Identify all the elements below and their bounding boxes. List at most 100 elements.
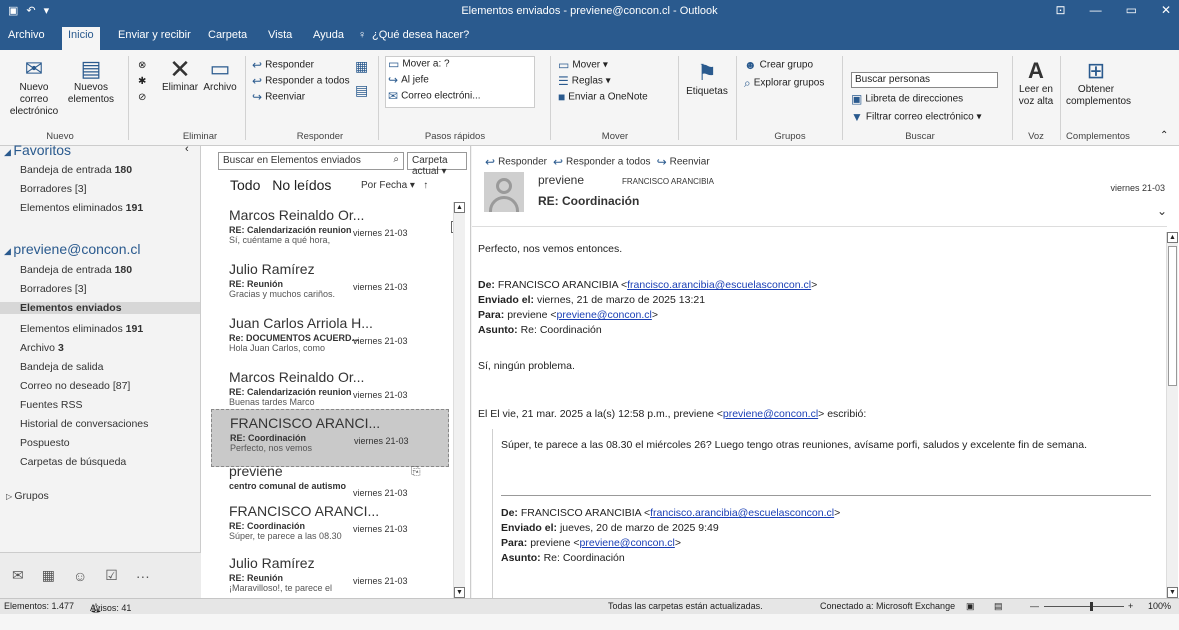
quick-step-move-to[interactable]: ▭ Mover a: ?: [388, 58, 450, 71]
quick-step-email[interactable]: ✉ Correo electróni...: [388, 90, 481, 103]
reading-scrollbar[interactable]: ▲ ▼: [1166, 232, 1178, 598]
cleanup-icon[interactable]: ✱: [138, 76, 146, 87]
avatar-body: [489, 196, 519, 212]
collapse-ribbon-icon[interactable]: ⌃: [1160, 130, 1168, 142]
folder-rss[interactable]: Fuentes RSS: [20, 399, 82, 411]
junk-icon[interactable]: ⊘: [138, 92, 146, 103]
tab-unread[interactable]: No leídos: [272, 177, 331, 193]
folder-drafts[interactable]: Borradores [3]: [20, 283, 87, 295]
tab-vista[interactable]: Vista: [268, 29, 292, 41]
favorites-header[interactable]: ◢ Favoritos: [4, 142, 71, 158]
get-addins-button[interactable]: ⊞ Obtener complementos: [1066, 58, 1131, 108]
group-label-complementos: Complementos: [1066, 131, 1130, 142]
tab-ayuda[interactable]: Ayuda: [313, 29, 344, 41]
tab-all[interactable]: Todo: [230, 177, 260, 193]
reply-all-button[interactable]: ↩ Responder a todos: [252, 75, 350, 88]
normal-view-icon[interactable]: ▣: [966, 601, 975, 612]
list-item[interactable]: Marcos Reinaldo Or... RE: Calendarizació…: [211, 202, 449, 260]
onenote-button[interactable]: ■ Enviar a OneNote: [558, 91, 648, 104]
expand-header-icon[interactable]: ⌄: [1157, 204, 1167, 218]
folder-search-folders[interactable]: Carpetas de búsqueda: [20, 456, 126, 468]
filter-email-button[interactable]: ▼ Filtrar correo electrónico ▾: [851, 111, 982, 124]
explore-groups-button[interactable]: ⌕ Explorar grupos: [744, 77, 824, 90]
move-button[interactable]: ▭ Mover ▾: [558, 59, 608, 72]
search-people-input[interactable]: Buscar personas: [851, 72, 998, 88]
people-icon[interactable]: ☺: [73, 568, 87, 584]
folder-conversation-history[interactable]: Historial de conversaciones: [20, 418, 148, 430]
scroll-up-icon[interactable]: ▲: [454, 202, 465, 213]
folder-favorite-drafts[interactable]: Borradores [3]: [20, 183, 87, 195]
sort-direction-icon[interactable]: ↑: [423, 180, 428, 191]
account-header[interactable]: ◢ previene@concon.cl: [4, 241, 140, 257]
folder-junk[interactable]: Correo no deseado [87]: [20, 380, 130, 392]
folder-inbox[interactable]: Bandeja de entrada 180: [20, 264, 132, 276]
quick-step-to-boss[interactable]: ↪ Al jefe: [388, 74, 429, 87]
reply-button[interactable]: ↩ Responder: [252, 59, 314, 72]
folder-favorite-inbox[interactable]: Bandeja de entrada 180: [20, 164, 132, 176]
reading-reply-button[interactable]: ↩ Responder: [485, 155, 547, 169]
email-link[interactable]: francisco.arancibia@escuelasconcon.cl: [650, 507, 834, 519]
scroll-thumb[interactable]: [1168, 246, 1177, 386]
folder-archive[interactable]: Archivo 3: [20, 342, 64, 354]
folder-pane: ◢ Favoritos ‹ Bandeja de entrada 180 Bor…: [0, 142, 201, 552]
zoom-out-icon[interactable]: —: [1030, 601, 1039, 611]
reading-forward-button[interactable]: ↪ Reenviar: [657, 155, 710, 169]
sort-dropdown[interactable]: Por Fecha ▾ ↑: [361, 180, 428, 191]
mail-icon[interactable]: ✉: [12, 567, 24, 584]
scroll-down-icon[interactable]: ▼: [1167, 587, 1178, 598]
forward-button[interactable]: ↪ Reenviar: [252, 91, 305, 104]
search-folder-input[interactable]: Buscar en Elementos enviados ⌕: [218, 152, 404, 170]
more-respond-icon[interactable]: ▤: [355, 83, 368, 97]
archive-button[interactable]: ▭ Archivo: [200, 56, 240, 94]
more-icon[interactable]: ···: [136, 568, 150, 584]
search-scope-dropdown[interactable]: Carpeta actual ▾: [407, 152, 467, 177]
list-scrollbar[interactable]: ▲ ▼: [453, 202, 465, 598]
read-aloud-button[interactable]: A Leer en voz alta: [1016, 58, 1056, 108]
list-item[interactable]: Julio Ramírez RE: Reunión Gracias y much…: [211, 256, 449, 314]
zoom-level[interactable]: 100%: [1148, 601, 1171, 611]
ignore-icon[interactable]: ⊗: [138, 60, 146, 71]
email-link[interactable]: previene@concon.cl: [557, 309, 652, 321]
calendar-icon[interactable]: ▦: [42, 567, 55, 584]
tab-enviar-recibir[interactable]: Enviar y recibir: [118, 29, 191, 41]
email-link[interactable]: francisco.arancibia@escuelasconcon.cl: [627, 279, 811, 291]
zoom-slider[interactable]: [1044, 606, 1124, 607]
new-items-button[interactable]: ▤ Nuevos elementos: [66, 56, 116, 106]
tell-me-search[interactable]: ¿Qué desea hacer?: [372, 29, 469, 41]
minimize-icon[interactable]: —: [1090, 3, 1102, 17]
tab-inicio[interactable]: Inicio: [62, 27, 100, 50]
reading-view-icon[interactable]: ▤: [994, 601, 1003, 612]
tab-carpeta[interactable]: Carpeta: [208, 29, 247, 41]
folder-deleted[interactable]: Elementos eliminados 191: [20, 323, 143, 335]
folder-sent[interactable]: Elementos enviados: [0, 302, 200, 314]
message-subject: RE: Coordinación: [538, 194, 640, 208]
list-item[interactable]: Juan Carlos Arriola H... Re: DOCUMENTOS …: [211, 310, 449, 368]
folder-outbox[interactable]: Bandeja de salida: [20, 361, 103, 373]
collapse-pane-icon[interactable]: ‹: [185, 143, 189, 155]
zoom-in-icon[interactable]: +: [1128, 601, 1133, 611]
folder-snoozed[interactable]: Pospuesto: [20, 437, 70, 449]
recipient-name[interactable]: FRANCISCO ARANCIBIA: [622, 177, 714, 186]
tab-archivo[interactable]: Archivo: [8, 29, 45, 41]
reading-reply-all-button[interactable]: ↩ Responder a todos: [553, 155, 651, 169]
tags-button[interactable]: ⚑ Etiquetas: [684, 60, 730, 98]
scroll-up-icon[interactable]: ▲: [1167, 232, 1178, 243]
scroll-down-icon[interactable]: ▼: [454, 587, 465, 598]
create-group-button[interactable]: ☻ Crear grupo: [744, 59, 813, 72]
folder-favorite-deleted[interactable]: Elementos eliminados 191: [20, 202, 143, 214]
email-link[interactable]: previene@concon.cl: [723, 408, 818, 420]
new-email-button[interactable]: ✉ Nuevo correo electrónico: [6, 56, 62, 118]
zoom-thumb[interactable]: [1090, 602, 1093, 611]
rules-button[interactable]: ☰ Reglas ▾: [558, 75, 611, 88]
tasks-icon[interactable]: ☑: [105, 567, 118, 584]
address-book-button[interactable]: ▣ Libreta de direcciones: [851, 93, 963, 106]
delete-button[interactable]: ✕ Eliminar: [160, 56, 200, 94]
close-icon[interactable]: ✕: [1161, 3, 1171, 17]
groups-node[interactable]: ▷ Grupos: [6, 490, 49, 502]
email-link[interactable]: previene@concon.cl: [580, 537, 675, 549]
sender-name[interactable]: previene: [538, 173, 584, 187]
maximize-icon[interactable]: ▭: [1126, 3, 1137, 17]
meeting-icon[interactable]: ▦: [355, 59, 368, 73]
list-item[interactable]: FRANCISCO ARANCI... RE: Coordinación Súp…: [211, 498, 449, 556]
ribbon-display-icon[interactable]: ⊡: [1056, 3, 1066, 17]
